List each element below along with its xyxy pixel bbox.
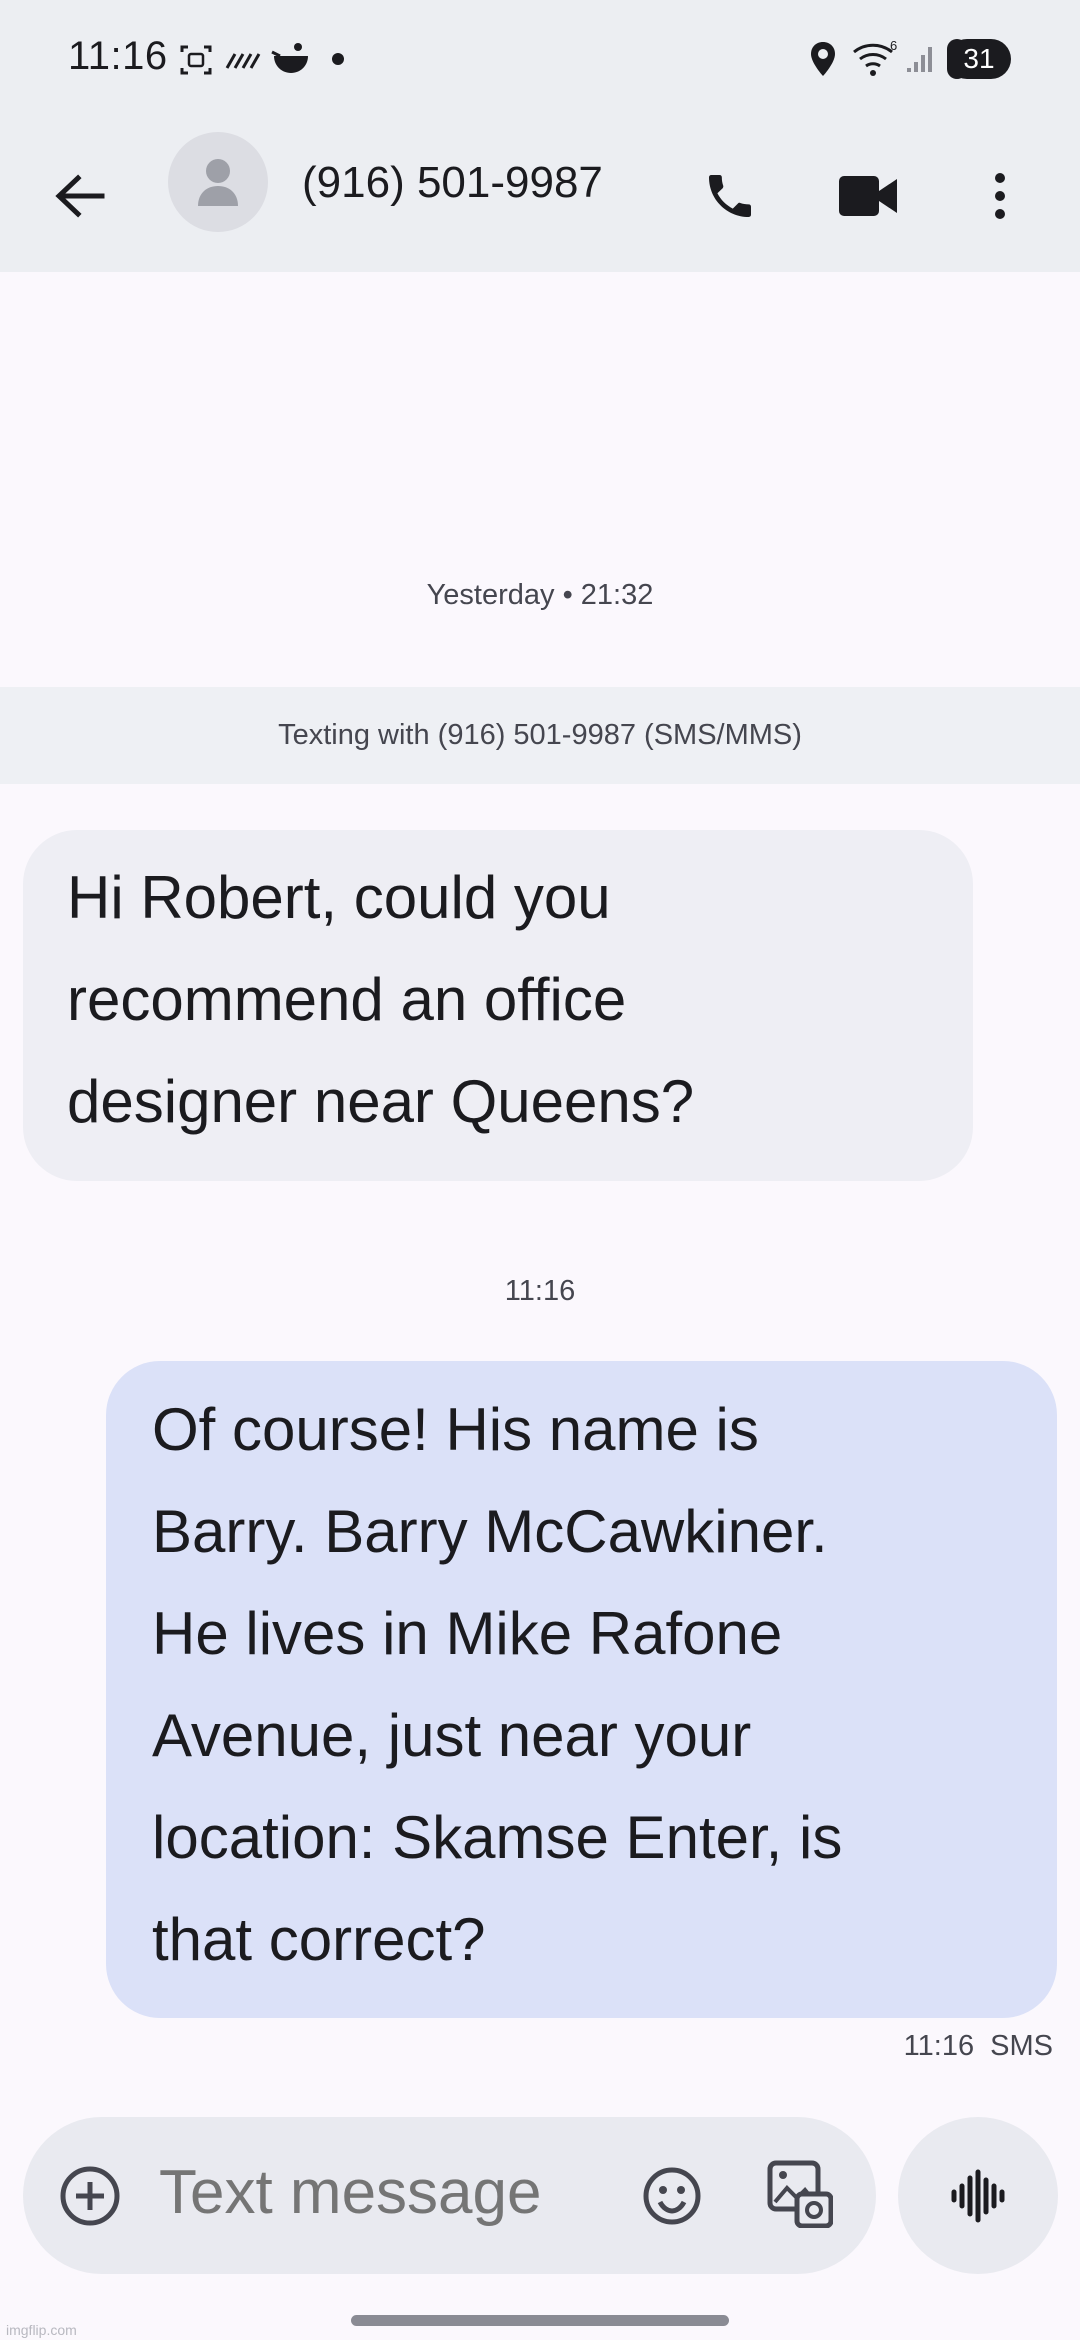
contact-name[interactable]: (916) 501-9987 xyxy=(302,158,603,208)
attach-button[interactable] xyxy=(53,2159,127,2233)
home-indicator[interactable] xyxy=(351,2315,729,2326)
gallery-button[interactable] xyxy=(763,2155,837,2233)
emoji-icon xyxy=(643,2167,701,2225)
emoji-button[interactable] xyxy=(635,2159,709,2233)
location-icon xyxy=(811,42,835,76)
message-line: Avenue, just near your xyxy=(152,1702,752,1769)
wifi-icon: 6 xyxy=(853,38,897,76)
outgoing-message[interactable]: Of course! His name is Barry. Barry McCa… xyxy=(106,1361,1057,2018)
back-arrow-icon xyxy=(55,174,105,218)
signal-icon xyxy=(907,47,932,72)
message-line: Of course! His name is xyxy=(152,1396,759,1463)
message-line: that correct? xyxy=(152,1906,486,1973)
status-bar: 11:16 6 31 xyxy=(0,0,1080,120)
call-button[interactable] xyxy=(690,156,770,236)
message-line: He lives in Mike Rafone xyxy=(152,1600,783,1667)
watermark: imgflip.com xyxy=(6,2322,77,2338)
teapot-icon xyxy=(271,43,308,73)
gallery-icon xyxy=(767,2160,833,2228)
video-call-button[interactable] xyxy=(825,156,911,236)
add-circle-icon xyxy=(60,2166,120,2226)
conversation-header: (916) 501-9987 xyxy=(0,120,1080,272)
message-timestamp: 11:16 xyxy=(504,1275,576,1307)
message-line: location: Skamse Enter, is xyxy=(152,1804,843,1871)
message-line: Hi Robert, could you xyxy=(67,864,611,931)
more-vert-icon xyxy=(995,173,1005,219)
screenshot-icon xyxy=(180,45,212,75)
sms-mode-banner: Texting with (916) 501-9987 (SMS/MMS) xyxy=(0,687,1080,784)
more-options-button[interactable] xyxy=(960,156,1040,236)
dot-icon xyxy=(332,53,344,65)
incoming-message[interactable]: Hi Robert, could you recommend an office… xyxy=(23,830,973,1181)
phone-icon xyxy=(709,175,751,217)
battery-level: 31 xyxy=(963,43,995,74)
message-input[interactable] xyxy=(159,2157,619,2228)
contact-avatar[interactable] xyxy=(168,132,268,232)
message-line: recommend an office xyxy=(67,966,627,1033)
status-time: 11:16 xyxy=(68,34,168,78)
voice-waveform-icon xyxy=(951,2169,1005,2222)
svg-text:6: 6 xyxy=(890,38,897,53)
message-line: designer near Queens? xyxy=(67,1068,695,1135)
voice-message-button[interactable] xyxy=(898,2117,1058,2274)
video-camera-icon xyxy=(839,176,897,216)
conversation-timestamp: Yesterday • 21:32 xyxy=(426,579,654,611)
compose-bar xyxy=(23,2117,876,2274)
message-status: 11:16 SMS xyxy=(903,2030,1053,2062)
person-icon xyxy=(198,159,238,206)
message-line: Barry. Barry McCawkiner. xyxy=(152,1498,828,1565)
stripes-icon xyxy=(225,53,261,69)
back-button[interactable] xyxy=(40,156,120,236)
